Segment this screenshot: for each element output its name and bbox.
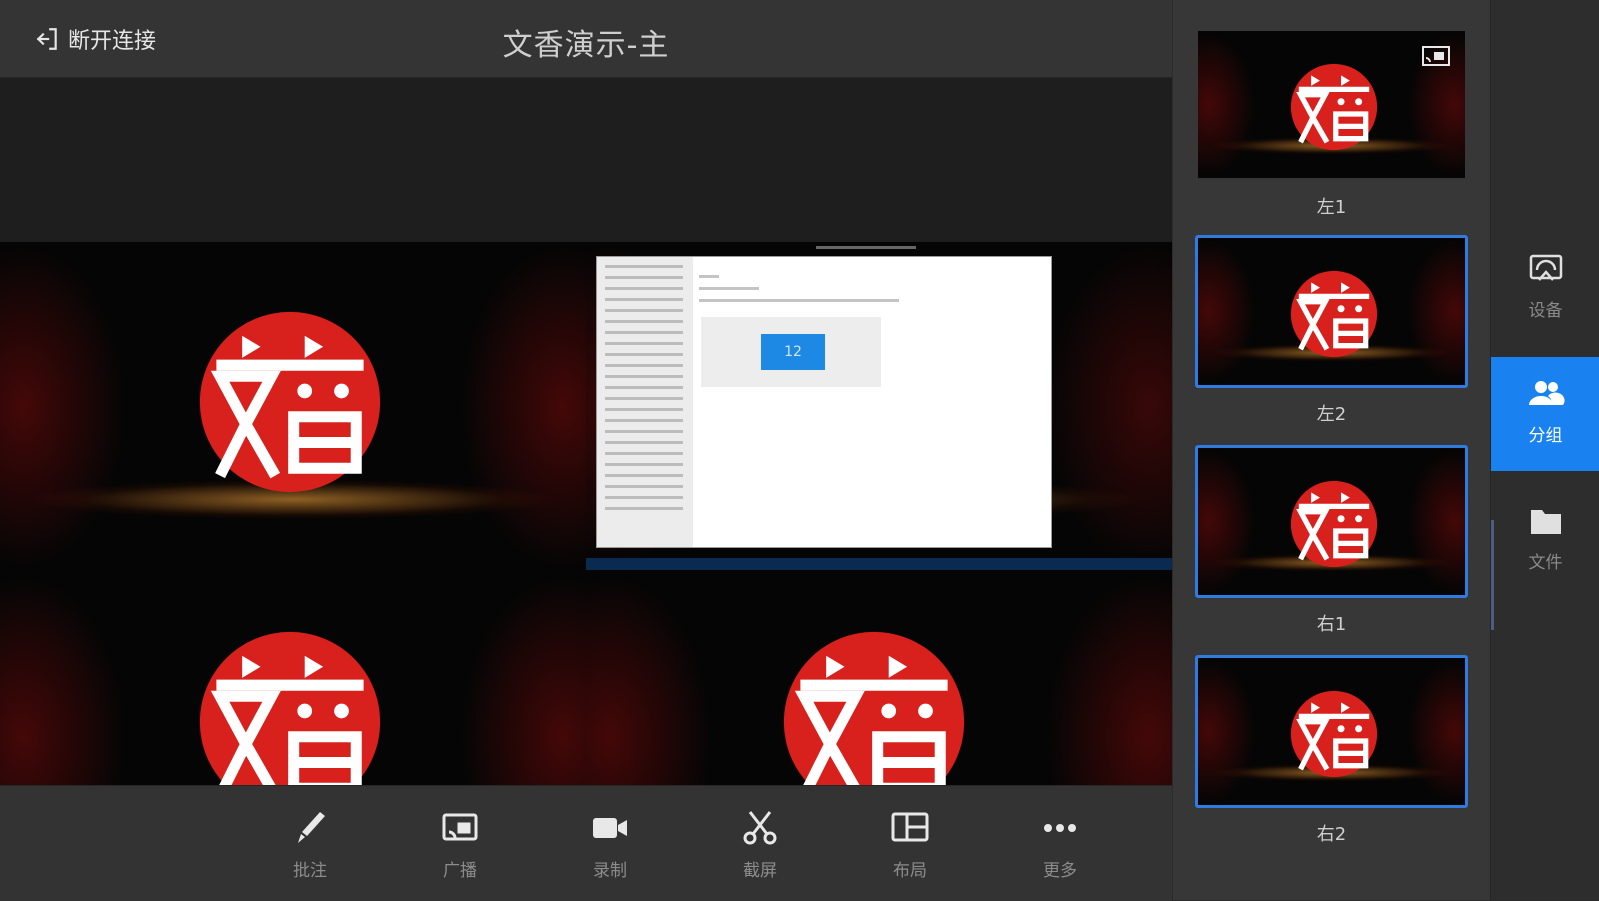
preview-item[interactable]: 左1 [1195,28,1468,218]
screen-tile-top-right[interactable]: 12 [586,242,1172,572]
top-bar: 断开连接 文香演示-主 [0,0,1172,78]
logo [198,630,382,785]
preview-name: 左2 [1316,404,1347,425]
bottom-toolbar: 批注 广播 录制 截屏 布局 更多 [0,785,1172,901]
group-icon [1528,381,1565,405]
page-title: 文香演示-主 [502,28,670,63]
screen-tile-bottom-left[interactable] [0,572,586,785]
monitor-number: 12 [761,334,825,370]
folder-icon [1530,510,1561,534]
taskbar [586,558,1172,570]
logo [198,310,382,494]
annotate-button[interactable]: 批注 [270,808,350,888]
scissors-icon [743,811,777,845]
nav-label: 分组 [1528,426,1563,446]
preview-list: 左1 左2 右1 右2 [1172,0,1491,900]
logo [1290,63,1378,151]
screenshot-button[interactable]: 截屏 [720,808,800,888]
nav-label: 设备 [1528,301,1563,321]
nav-item-devices[interactable]: 设备 [1491,232,1599,346]
logo [1290,270,1378,358]
logo [782,630,966,785]
preview-item[interactable]: 右2 [1195,655,1468,845]
more-icon [1044,824,1076,832]
broadcast-icon [442,813,478,841]
main-stage: 12 [0,78,1172,785]
preview-name: 左1 [1316,197,1347,218]
screen-grid: 12 [0,242,1172,785]
layout-icon [891,812,929,842]
preview-item[interactable]: 右1 [1195,445,1468,635]
side-nav: 设备 分组 文件 [1490,0,1599,900]
more-button[interactable]: 更多 [1020,808,1100,888]
logo [1290,690,1378,778]
preview-name: 右2 [1316,824,1347,845]
preview-name: 右1 [1316,614,1347,635]
pen-icon [298,812,325,843]
more-label: 更多 [1043,861,1077,881]
screen-tile-bottom-right[interactable] [586,572,1172,785]
screenshot-label: 截屏 [743,861,777,881]
cast-icon [1422,46,1450,66]
nav-item-groups[interactable]: 分组 [1491,357,1599,471]
remote-desktop: 12 [586,242,1172,572]
layout-button[interactable]: 布局 [870,808,950,888]
settings-window: 12 [596,256,1052,548]
preview-item[interactable]: 左2 [1195,235,1468,425]
record-button[interactable]: 录制 [570,808,650,888]
nav-item-files[interactable]: 文件 [1491,484,1599,598]
screen-tile-top-left[interactable] [0,242,586,572]
camera-icon [593,818,627,838]
layout-label: 布局 [893,861,927,881]
broadcast-label: 广播 [443,861,477,881]
device-icon [1529,254,1562,281]
record-label: 录制 [593,861,627,881]
annotate-label: 批注 [293,861,327,881]
nav-label: 文件 [1528,553,1563,573]
broadcast-button[interactable]: 广播 [420,808,500,888]
logo [1290,480,1378,568]
